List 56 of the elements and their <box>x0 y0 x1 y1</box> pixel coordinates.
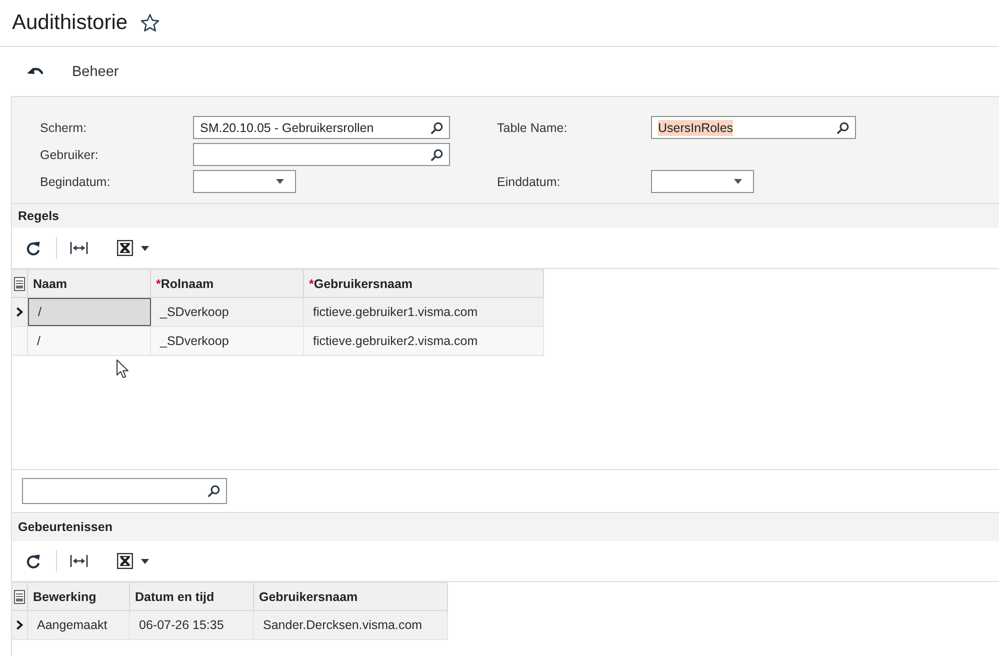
table-icon[interactable] <box>14 590 25 604</box>
search-icon[interactable] <box>208 485 220 497</box>
table-cell: Sander.Dercksen.visma.com <box>254 611 448 639</box>
date-field[interactable] <box>651 170 754 193</box>
refresh-icon[interactable] <box>26 554 40 568</box>
search-icon[interactable] <box>431 148 443 160</box>
caret-down-icon[interactable] <box>734 179 742 184</box>
undo-icon[interactable] <box>27 66 43 77</box>
field-label: Begindatum: <box>40 174 112 188</box>
column-header[interactable]: *Rolnaam <box>151 270 304 297</box>
table-row[interactable]: / _SDverkoop fictieve.gebruiker1.visma.com <box>12 298 544 327</box>
chevron-right-icon <box>16 620 23 630</box>
page-title: Audithistorie <box>12 10 128 36</box>
column-header[interactable]: Naam <box>28 270 151 297</box>
table-icon[interactable] <box>14 276 25 290</box>
table-cell: _SDverkoop <box>151 327 304 355</box>
lookup-field[interactable]: UsersInRoles <box>651 116 856 139</box>
lookup-field[interactable] <box>193 143 450 166</box>
caret-down-icon[interactable] <box>141 558 149 564</box>
field-value: SM.20.10.05 - Gebruikersrollen <box>200 120 374 136</box>
search-icon[interactable] <box>837 122 849 134</box>
column-header[interactable]: Gebruikersnaam <box>254 583 448 610</box>
section-title: Regels <box>12 203 999 228</box>
caret-down-icon[interactable] <box>141 246 149 250</box>
field-label: Gebruiker: <box>40 148 100 162</box>
field-value: UsersInRoles <box>658 120 734 136</box>
column-header[interactable]: Bewerking <box>28 583 130 610</box>
search-field[interactable] <box>22 478 227 504</box>
column-header[interactable]: *Gebruikersnaam <box>304 270 544 297</box>
section-title: Gebeurtenissen <box>12 512 999 541</box>
caret-down-icon[interactable] <box>276 179 284 184</box>
table-row[interactable]: Aangemaakt 06-07-26 15:35 Sander.Dercksen.visma.com <box>12 611 448 640</box>
table-cell: / <box>28 298 151 326</box>
fit-columns-icon[interactable] <box>70 241 88 255</box>
table-cell: 06-07-26 15:35 <box>130 611 254 639</box>
excel-export-icon[interactable] <box>117 553 133 569</box>
star-icon[interactable] <box>140 14 159 32</box>
table-cell: Aangemaakt <box>28 611 130 639</box>
refresh-icon[interactable] <box>26 240 40 256</box>
date-field[interactable] <box>193 170 296 193</box>
table-cell: / <box>28 327 151 355</box>
table-cell: fictieve.gebruiker2.visma.com <box>304 327 544 355</box>
search-icon[interactable] <box>431 122 443 134</box>
lookup-field[interactable]: SM.20.10.05 - Gebruikersrollen <box>193 116 450 139</box>
excel-export-icon[interactable] <box>117 240 133 256</box>
mouse-cursor-icon <box>116 359 129 379</box>
table-cell: fictieve.gebruiker1.visma.com <box>304 298 544 326</box>
menu-item[interactable]: Beheer <box>72 62 119 82</box>
chevron-right-icon <box>16 307 23 317</box>
table-row[interactable]: / _SDverkoop fictieve.gebruiker2.visma.com <box>12 327 544 356</box>
field-label: Table Name: <box>497 120 568 134</box>
field-label: Einddatum: <box>497 174 562 188</box>
fit-columns-icon[interactable] <box>70 554 88 568</box>
field-label: Scherm: <box>40 120 88 134</box>
table-cell: _SDverkoop <box>151 298 304 326</box>
column-header[interactable]: Datum en tijd <box>130 583 254 610</box>
